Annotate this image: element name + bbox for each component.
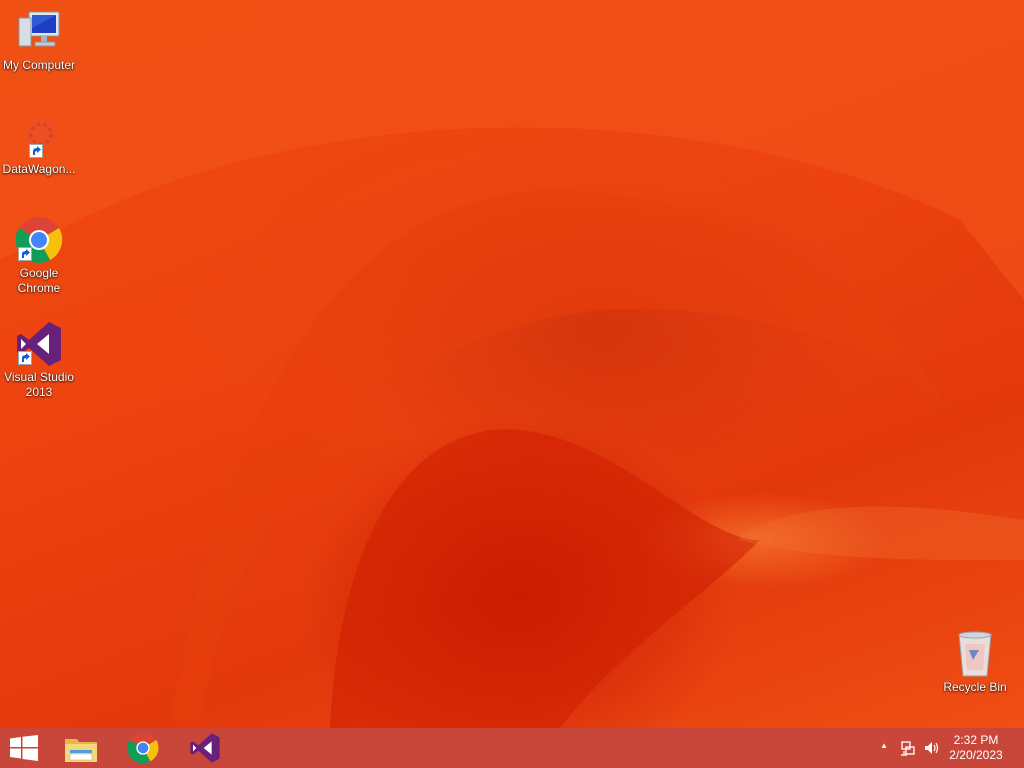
desktop-icon-google-chrome[interactable]: Google Chrome <box>0 216 79 296</box>
system-tray: ▲ 2:32 PM 2/20/2023 <box>864 728 1024 768</box>
clock-date: 2/20/2023 <box>949 748 1003 762</box>
desktop-icon-label: My Computer <box>2 58 76 72</box>
visual-studio-icon <box>15 320 63 368</box>
desktop-icon-recycle-bin[interactable]: Recycle Bin <box>935 630 1015 695</box>
desktop-icon-label: Recycle Bin <box>943 680 1007 694</box>
start-windows-icon <box>10 735 38 761</box>
chrome-icon <box>127 732 159 764</box>
desktop-icon-my-computer[interactable]: My Computer <box>0 8 79 73</box>
desktop-icon-label: Google Chrome <box>17 266 61 295</box>
taskbar: ▲ 2:32 PM 2/20/2023 <box>0 728 1024 768</box>
wallpaper-swirl <box>0 0 1024 728</box>
file-explorer-icon <box>65 739 97 762</box>
shortcut-arrow-icon <box>29 144 43 158</box>
desktop-icon-label: Visual Studio 2013 <box>4 370 74 399</box>
shortcut-arrow-icon <box>18 351 32 365</box>
network-icon[interactable] <box>900 740 916 756</box>
desktop[interactable]: My Computer DataWagon... Google Chrome V… <box>0 0 1024 728</box>
start-button[interactable] <box>0 728 48 768</box>
chrome-icon <box>15 216 63 264</box>
volume-icon[interactable] <box>924 740 940 756</box>
desktop-icon-label: DataWagon... <box>2 162 76 176</box>
taskbar-file-explorer-button[interactable] <box>53 728 109 768</box>
datawagon-icon <box>15 112 63 160</box>
desktop-icon-visual-studio[interactable]: Visual Studio 2013 <box>0 320 79 400</box>
clock-time: 2:32 PM <box>953 733 999 747</box>
desktop-icon-datawagon[interactable]: DataWagon... <box>0 112 79 177</box>
shortcut-arrow-icon <box>18 247 32 261</box>
computer-icon <box>15 8 63 56</box>
show-hidden-icons-button[interactable]: ▲ <box>876 741 892 757</box>
taskbar-visual-studio-button[interactable] <box>177 728 233 768</box>
recycle-bin-icon <box>951 630 999 678</box>
taskbar-chrome-button[interactable] <box>115 728 171 768</box>
clock[interactable]: 2:32 PM 2/20/2023 <box>944 733 1008 763</box>
visual-studio-icon <box>190 733 220 763</box>
